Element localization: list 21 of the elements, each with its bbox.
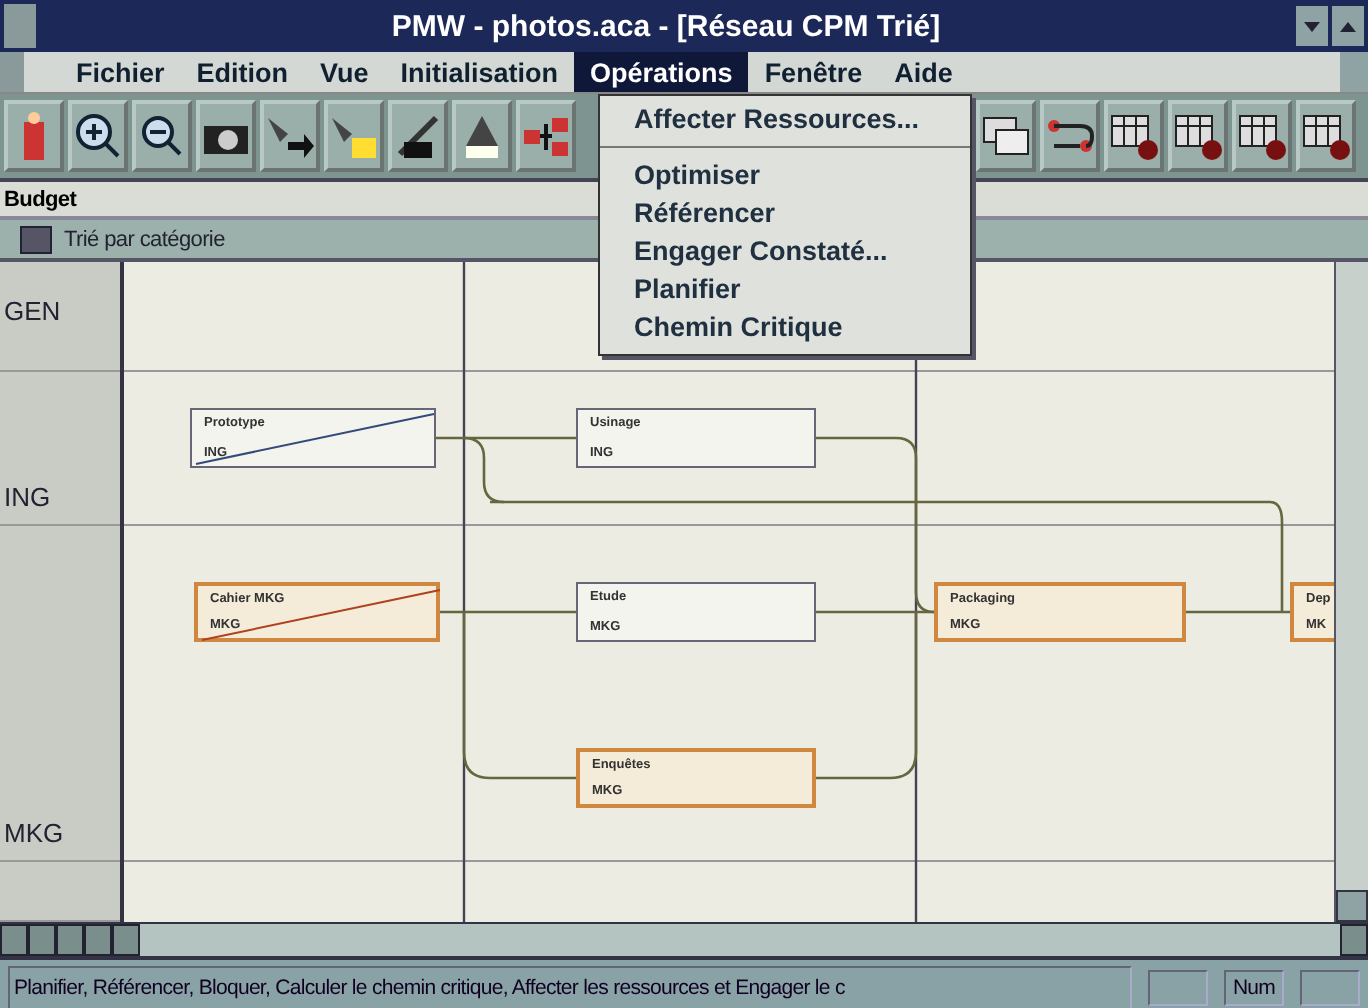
num-lock-indicator: Num [1224, 970, 1284, 1006]
menu-item[interactable]: Aide [878, 52, 969, 92]
menu-item[interactable]: Fenêtre [748, 52, 879, 92]
menu-option[interactable]: Affecter Ressources... [600, 100, 970, 138]
budget-label: Budget [4, 187, 77, 211]
category-label: MKG [4, 818, 64, 848]
status-message: Planifier, Référencer, Bloquer, Calculer le chemin critique, Affecter les ressources et Engager le c [8, 966, 1132, 1008]
sort-label: Trié par catégorie [64, 227, 225, 251]
menu-option[interactable]: Planifier [600, 270, 970, 308]
menu-item[interactable]: Fichier [60, 52, 181, 92]
menu-option[interactable]: Chemin Critique [600, 308, 970, 346]
menu-item[interactable]: Opérations [574, 52, 749, 92]
window-title: PMW - photos.aca - [Réseau CPM Trié] [391, 9, 941, 43]
menu-item[interactable]: Vue [304, 52, 385, 92]
menu-item[interactable]: Edition [180, 52, 305, 92]
category-label: GEN [4, 295, 61, 325]
menu-option[interactable]: Référencer [600, 194, 970, 232]
menu-item[interactable]: Initialisation [384, 52, 575, 92]
category-label: ING [4, 482, 51, 512]
menu-option[interactable]: Optimiser [600, 156, 970, 194]
menu-option[interactable]: Engager Constaté... [600, 232, 970, 270]
